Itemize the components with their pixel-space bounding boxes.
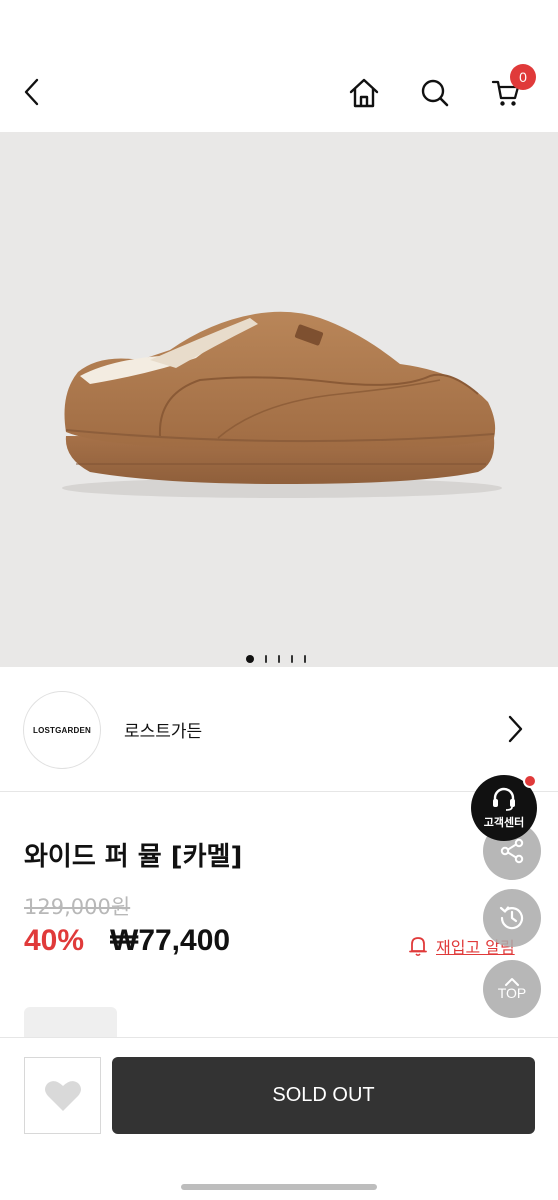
sold-out-label: SOLD OUT — [272, 1084, 375, 1106]
search-icon — [421, 79, 449, 107]
product-title: 와이드 퍼 뮬 [카멜] — [24, 842, 243, 872]
wishlist-button[interactable] — [24, 1057, 101, 1134]
notification-dot — [523, 774, 537, 788]
heart-icon — [44, 1080, 81, 1111]
brand-row[interactable]: LOSTGARDEN 로스트가든 — [0, 667, 558, 792]
top-header: 0 — [0, 0, 558, 132]
share-icon — [500, 838, 524, 864]
sale-price: ₩77,400 — [110, 924, 231, 957]
customer-center-label: 고객센터 — [483, 816, 525, 829]
scroll-top-label: TOP — [497, 985, 527, 1001]
home-button[interactable] — [344, 72, 384, 114]
option-tab[interactable] — [24, 1007, 117, 1037]
history-icon — [499, 906, 524, 930]
brand-link-button[interactable] — [500, 711, 530, 747]
product-image — [62, 311, 502, 498]
chevron-right-icon — [508, 715, 523, 743]
brand-logo-text: LOSTGARDEN — [33, 725, 91, 735]
back-button[interactable] — [14, 72, 50, 112]
recent-history-button[interactable] — [483, 889, 541, 947]
home-icon — [349, 78, 379, 108]
gallery-dot-active[interactable] — [246, 655, 254, 663]
headset-icon — [493, 787, 515, 811]
gallery-dot[interactable] — [304, 655, 306, 663]
gallery-pagination[interactable] — [246, 655, 306, 663]
home-indicator — [181, 1184, 377, 1190]
product-image-gallery[interactable] — [0, 132, 558, 667]
gallery-dot[interactable] — [265, 655, 267, 663]
cart-count-badge: 0 — [510, 64, 536, 90]
chevron-left-icon — [24, 78, 39, 106]
brand-name[interactable]: 로스트가든 — [124, 717, 202, 742]
original-price: 129,000원 — [24, 895, 131, 919]
discount-rate: 40% — [24, 924, 85, 957]
gallery-dot[interactable] — [278, 655, 280, 663]
sold-out-button[interactable]: SOLD OUT — [112, 1057, 535, 1134]
brand-logo[interactable]: LOSTGARDEN — [23, 691, 101, 769]
search-button[interactable] — [415, 72, 455, 114]
scroll-top-button[interactable]: TOP — [483, 960, 541, 1018]
bell-icon — [409, 937, 427, 957]
gallery-dot[interactable] — [291, 655, 293, 663]
